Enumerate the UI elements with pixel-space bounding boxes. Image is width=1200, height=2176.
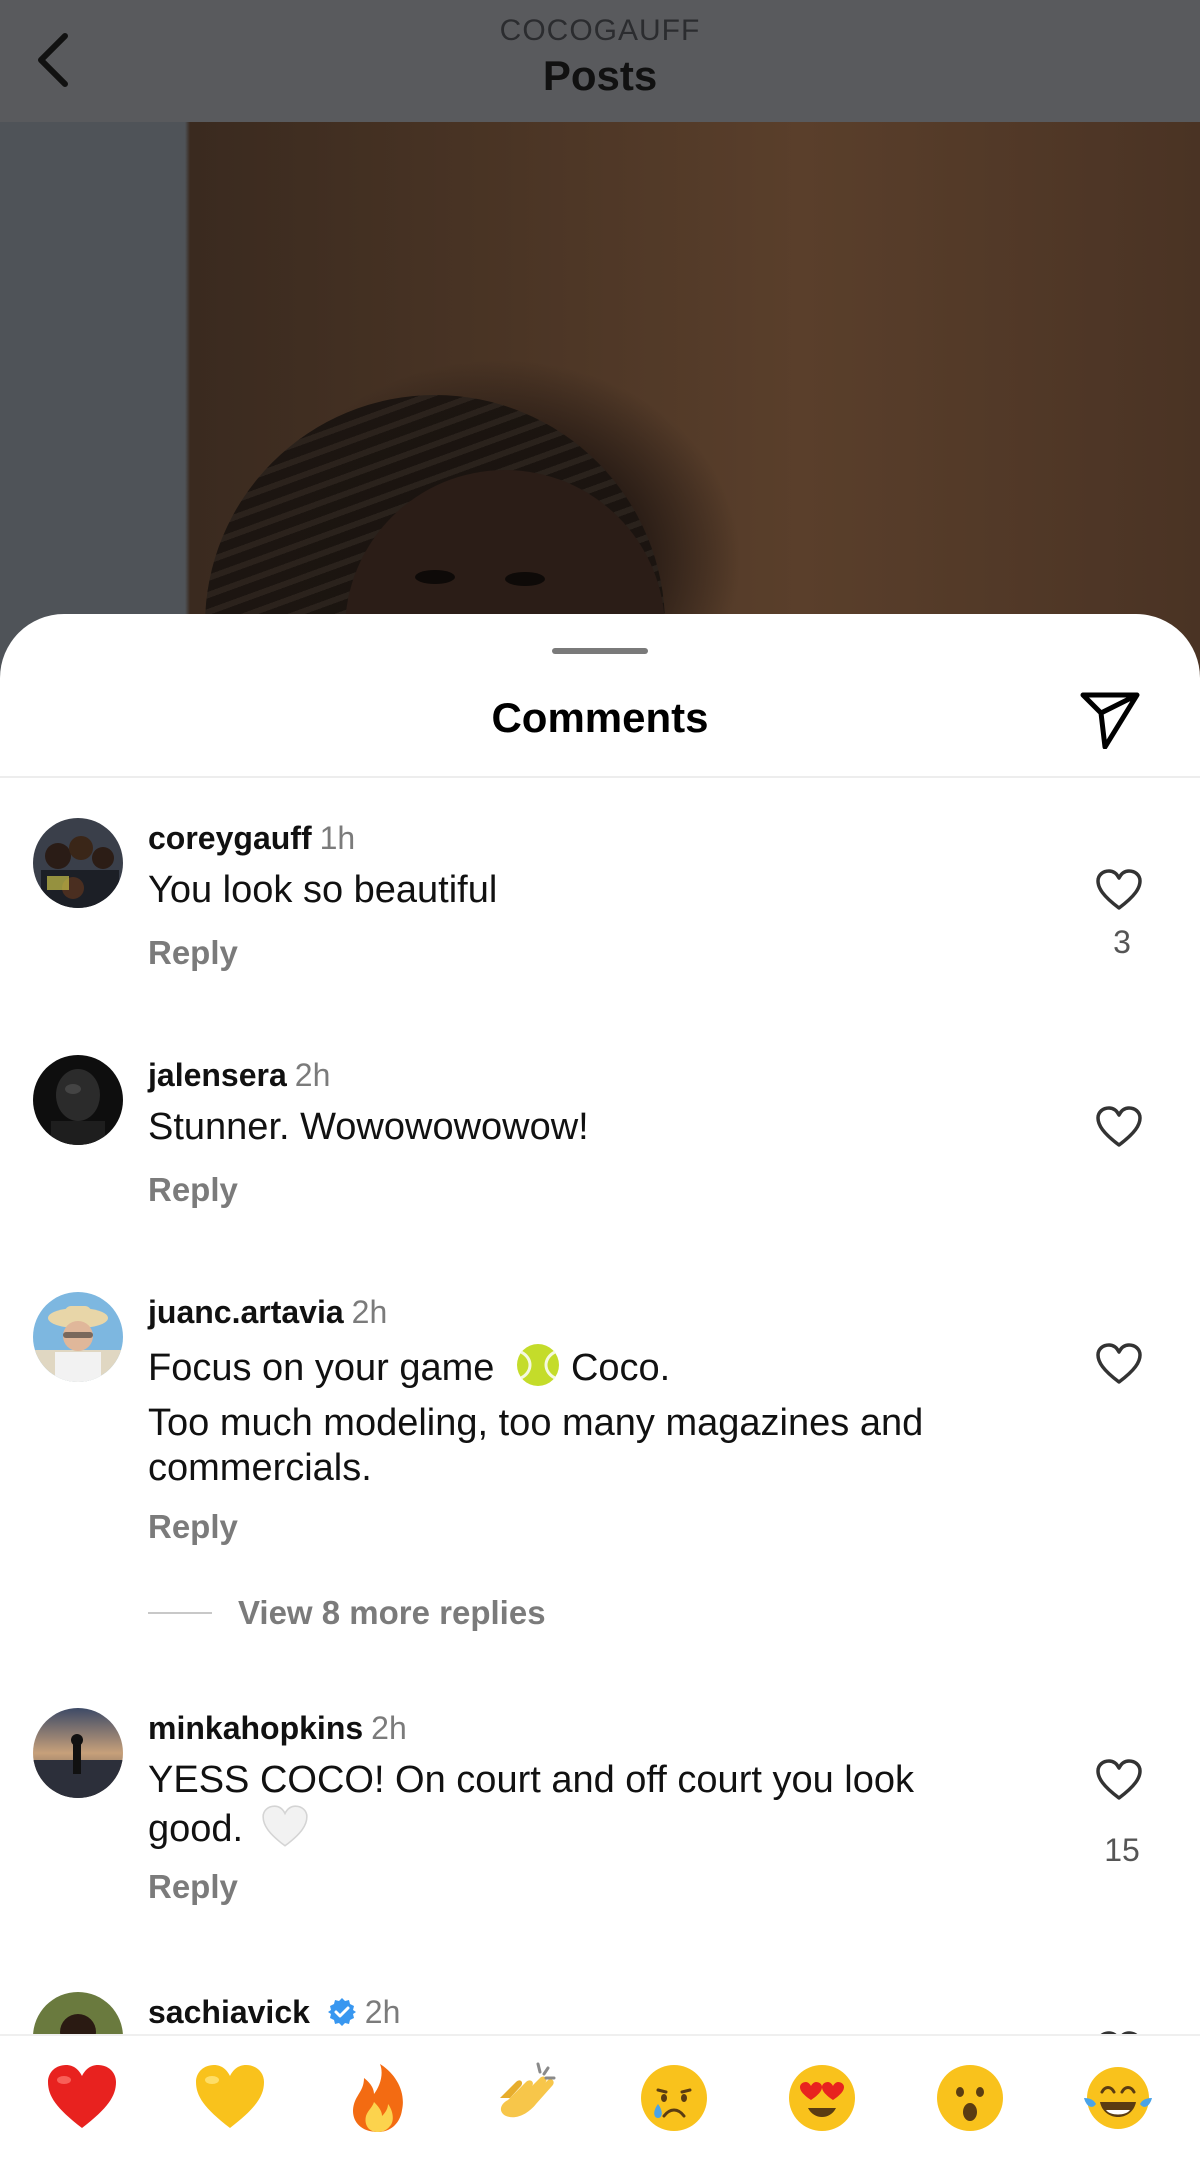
avatar[interactable] [33, 818, 123, 908]
heart-outline-icon [1096, 869, 1142, 910]
thread-line [148, 1612, 212, 1614]
heart-outline-icon [1096, 1343, 1142, 1384]
reply-button[interactable]: Reply [148, 1868, 238, 1906]
tennis-ball-icon [516, 1344, 559, 1386]
comment-line-part: Coco. [570, 1347, 671, 1389]
post-image-eye [505, 572, 545, 586]
fire-emoji[interactable] [340, 2060, 416, 2136]
like-button[interactable] [1095, 1342, 1149, 1392]
comment-time: 1h [319, 820, 356, 856]
comment-text: Focus on your game Coco. Too much modeli… [148, 1342, 1008, 1491]
account-name: COCOGAUFF [499, 14, 701, 47]
heart-outline-icon [1096, 1106, 1142, 1147]
surprised-face-emoji[interactable] [932, 2060, 1008, 2136]
comment-text: Stunner. Wowowowowow! [148, 1105, 1008, 1150]
comment-username[interactable]: juanc.artavia [148, 1294, 344, 1330]
comment-line: Stunner. Wowowowowow! [148, 1106, 589, 1148]
page-title: Posts [542, 52, 658, 99]
view-more-replies-label: View 8 more replies [238, 1594, 546, 1631]
like-count: 15 [1104, 1832, 1140, 1868]
like-count: 3 [1113, 924, 1131, 960]
share-button[interactable] [1075, 684, 1145, 754]
comment-time: 2h [294, 1057, 331, 1093]
comment-time: 2h [371, 1710, 407, 1746]
reply-button[interactable]: Reply [148, 934, 238, 972]
post-image-eye [415, 570, 455, 584]
comment-line: YESS COCO! On court and off court you lo… [148, 1758, 1008, 1852]
like-button[interactable] [1095, 868, 1149, 918]
avatar[interactable] [33, 1708, 123, 1798]
comment-text: You look so beautiful [148, 868, 1008, 913]
comment-time: 2h [351, 1294, 388, 1330]
reply-button[interactable]: Reply [148, 1508, 238, 1546]
verified-badge-icon [327, 1998, 356, 2026]
header-bar: COCOGAUFF Posts [0, 0, 1200, 122]
avatar[interactable] [33, 1292, 123, 1382]
white-heart-icon [261, 1805, 308, 1847]
red-heart-emoji[interactable] [44, 2060, 120, 2136]
crying-face-emoji[interactable] [636, 2060, 712, 2136]
sheet-title: Comments [491, 694, 709, 741]
comment-text: YESS COCO! On court and off court you lo… [148, 1758, 1008, 1852]
divider [0, 776, 1200, 778]
comment-line-part: Focus on your game [148, 1347, 495, 1389]
comment-username[interactable]: minkahopkins [148, 1710, 363, 1746]
comment-line: Too much modeling, too many magazines an… [148, 1402, 924, 1489]
heart-outline-icon [1096, 1759, 1142, 1800]
comment-time: 2h [364, 1994, 401, 2030]
yellow-heart-emoji[interactable] [192, 2060, 268, 2136]
paper-plane-icon [1080, 692, 1140, 749]
tears-of-joy-emoji[interactable] [1080, 2060, 1156, 2136]
like-button[interactable] [1095, 1105, 1149, 1155]
reply-button[interactable]: Reply [148, 1171, 238, 1209]
emoji-reaction-bar [0, 2034, 1200, 2176]
comment-line: Focus on your game Coco. [148, 1342, 1008, 1391]
comment-line: You look so beautiful [148, 869, 498, 911]
heart-eyes-emoji[interactable] [784, 2060, 860, 2136]
sheet-drag-handle[interactable] [552, 648, 648, 654]
comment-username[interactable]: sachiavick [148, 1994, 310, 2030]
view-more-replies-button[interactable]: View 8 more replies [148, 1594, 546, 1632]
comment-username[interactable]: coreygauff [148, 820, 312, 856]
clapping-hands-emoji[interactable] [488, 2060, 564, 2136]
avatar[interactable] [33, 1055, 123, 1145]
comment-username[interactable]: jalensera [148, 1057, 287, 1093]
like-button[interactable] [1095, 1758, 1149, 1808]
